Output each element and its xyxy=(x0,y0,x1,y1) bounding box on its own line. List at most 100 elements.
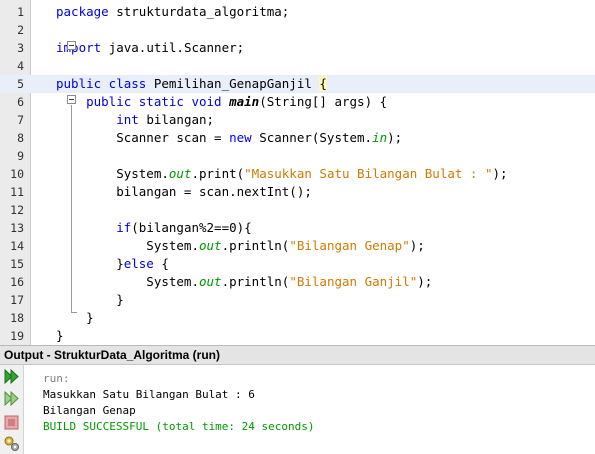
code-text: Scanner scan = new Scanner(System.in); xyxy=(56,129,402,147)
code-line[interactable]: 13 if(bilangan%2==0){ xyxy=(0,219,595,237)
code-text: }else { xyxy=(56,255,169,273)
code-line[interactable]: 14 System.out.println("Bilangan Genap"); xyxy=(0,237,595,255)
code-text: System.out.print("Masukkan Satu Bilangan… xyxy=(56,165,507,183)
code-token: out xyxy=(168,166,192,181)
line-number: 2 xyxy=(17,23,24,37)
code-token: bilangan; xyxy=(146,112,215,127)
line-number: 3 xyxy=(17,41,24,55)
stop-icon[interactable] xyxy=(3,414,21,431)
code-line[interactable]: 18 } xyxy=(0,309,595,327)
code-token: main xyxy=(229,94,260,109)
output-line: Masukkan Satu Bilangan Bulat : 6 xyxy=(43,388,255,401)
code-token: Scanner(System. xyxy=(259,130,373,145)
code-token: import xyxy=(56,40,109,55)
code-text: System.out.println("Bilangan Ganjil"); xyxy=(56,273,432,291)
line-number: 10 xyxy=(10,167,24,181)
line-number: 19 xyxy=(10,329,24,343)
code-token: { xyxy=(161,256,169,271)
code-token: ) { xyxy=(364,94,388,109)
code-token: "Masukkan Satu Bilangan Bulat : " xyxy=(244,166,493,181)
code-line[interactable]: 1 package strukturdata_algoritma; xyxy=(0,3,595,21)
code-line[interactable]: 15 }else { xyxy=(0,255,595,273)
line-number: 1 xyxy=(17,5,24,19)
code-token: package xyxy=(56,4,117,19)
code-text: } xyxy=(56,327,64,345)
line-number: 5 xyxy=(17,77,24,91)
line-number: 7 xyxy=(17,113,24,127)
code-token: "Bilangan Genap" xyxy=(289,238,410,253)
code-token: if xyxy=(56,220,132,235)
line-number: 16 xyxy=(10,275,24,289)
code-token: ); xyxy=(387,130,403,145)
code-token: { xyxy=(319,76,327,91)
output-panel-header[interactable]: Output - StrukturData_Algoritma (run) xyxy=(0,345,595,365)
code-token: .println( xyxy=(221,238,290,253)
line-number: 17 xyxy=(10,293,24,307)
code-text: } xyxy=(56,291,124,309)
code-line[interactable]: 5 public class Pemilihan_GenapGanjil { xyxy=(0,75,595,93)
fold-collapse-icon[interactable] xyxy=(67,95,76,104)
code-line[interactable]: 8 Scanner scan = new Scanner(System.in); xyxy=(0,129,595,147)
code-token: System. xyxy=(56,238,199,253)
rerun-icon[interactable] xyxy=(3,368,21,385)
code-token: } xyxy=(56,292,124,307)
code-token: "Bilangan Ganjil" xyxy=(289,274,418,289)
line-number: 15 xyxy=(10,257,24,271)
code-token: (bilangan%2==0){ xyxy=(131,220,252,235)
output-panel-title: Output - StrukturData_Algoritma (run) xyxy=(4,348,220,362)
fold-column xyxy=(31,0,77,345)
fold-guide-line xyxy=(71,105,72,312)
line-number: 4 xyxy=(17,59,24,73)
code-text: System.out.println("Bilangan Genap"); xyxy=(56,237,425,255)
code-text: public class Pemilihan_GenapGanjil { xyxy=(56,75,327,93)
line-number: 6 xyxy=(17,95,24,109)
output-line: run: xyxy=(43,372,70,385)
code-editor[interactable]: 1 package strukturdata_algoritma; 2 3 import… xyxy=(0,0,595,345)
output-toolbar xyxy=(0,365,24,454)
code-line[interactable]: 4 xyxy=(0,57,595,75)
code-token: out xyxy=(199,238,222,253)
code-line[interactable]: 10 System.out.print("Masukkan Satu Bilan… xyxy=(0,165,595,183)
code-token: Pemilihan_GenapGanjil xyxy=(153,76,320,91)
code-text: bilangan = scan.nextInt(); xyxy=(56,183,312,201)
code-token: java.util.Scanner; xyxy=(108,40,245,55)
code-text: import java.util.Scanner; xyxy=(56,39,244,57)
code-line[interactable]: 12 xyxy=(0,201,595,219)
settings-icon[interactable] xyxy=(3,435,21,452)
code-token: Scanner scan = xyxy=(56,130,230,145)
code-line[interactable]: 19} xyxy=(0,327,595,345)
code-token: System. xyxy=(56,166,169,181)
code-line[interactable]: 6 public static void main(String[] args)… xyxy=(0,93,595,111)
code-token: new xyxy=(229,130,260,145)
code-token: strukturdata_algoritma; xyxy=(116,4,290,19)
line-number: 11 xyxy=(10,185,24,199)
code-token: int xyxy=(56,112,147,127)
line-number: 14 xyxy=(10,239,24,253)
code-token: } xyxy=(56,256,124,271)
fold-end-marker xyxy=(71,312,77,313)
code-token: in xyxy=(372,130,388,145)
code-line[interactable]: 2 xyxy=(0,21,595,39)
code-line[interactable]: 7 int bilangan; xyxy=(0,111,595,129)
code-token: bilangan = scan.nextInt(); xyxy=(56,184,312,199)
code-token: else xyxy=(123,256,162,271)
code-text: if(bilangan%2==0){ xyxy=(56,219,252,237)
code-token: out xyxy=(199,274,222,289)
line-number: 12 xyxy=(10,203,24,217)
code-line[interactable]: 11 bilangan = scan.nextInt(); xyxy=(0,183,595,201)
code-text: package strukturdata_algoritma; xyxy=(56,3,289,21)
code-token: } xyxy=(56,328,64,343)
code-line[interactable]: 9 xyxy=(0,147,595,165)
output-line: Bilangan Genap xyxy=(43,404,136,417)
code-line[interactable]: 3 import java.util.Scanner; xyxy=(0,39,595,57)
code-token: public static void xyxy=(56,94,230,109)
code-text: public static void main(String[] args) { xyxy=(56,93,387,111)
output-console[interactable]: run: Masukkan Satu Bilangan Bulat : 6 Bila… xyxy=(24,365,595,454)
rerun-with-options-icon[interactable] xyxy=(3,390,21,407)
fold-collapse-icon[interactable] xyxy=(67,41,76,50)
code-line[interactable]: 16 System.out.println("Bilangan Ganjil")… xyxy=(0,273,595,291)
code-token: public class xyxy=(56,76,154,91)
line-number: 18 xyxy=(10,311,24,325)
code-text: int bilangan; xyxy=(56,111,214,129)
code-line[interactable]: 17 } xyxy=(0,291,595,309)
